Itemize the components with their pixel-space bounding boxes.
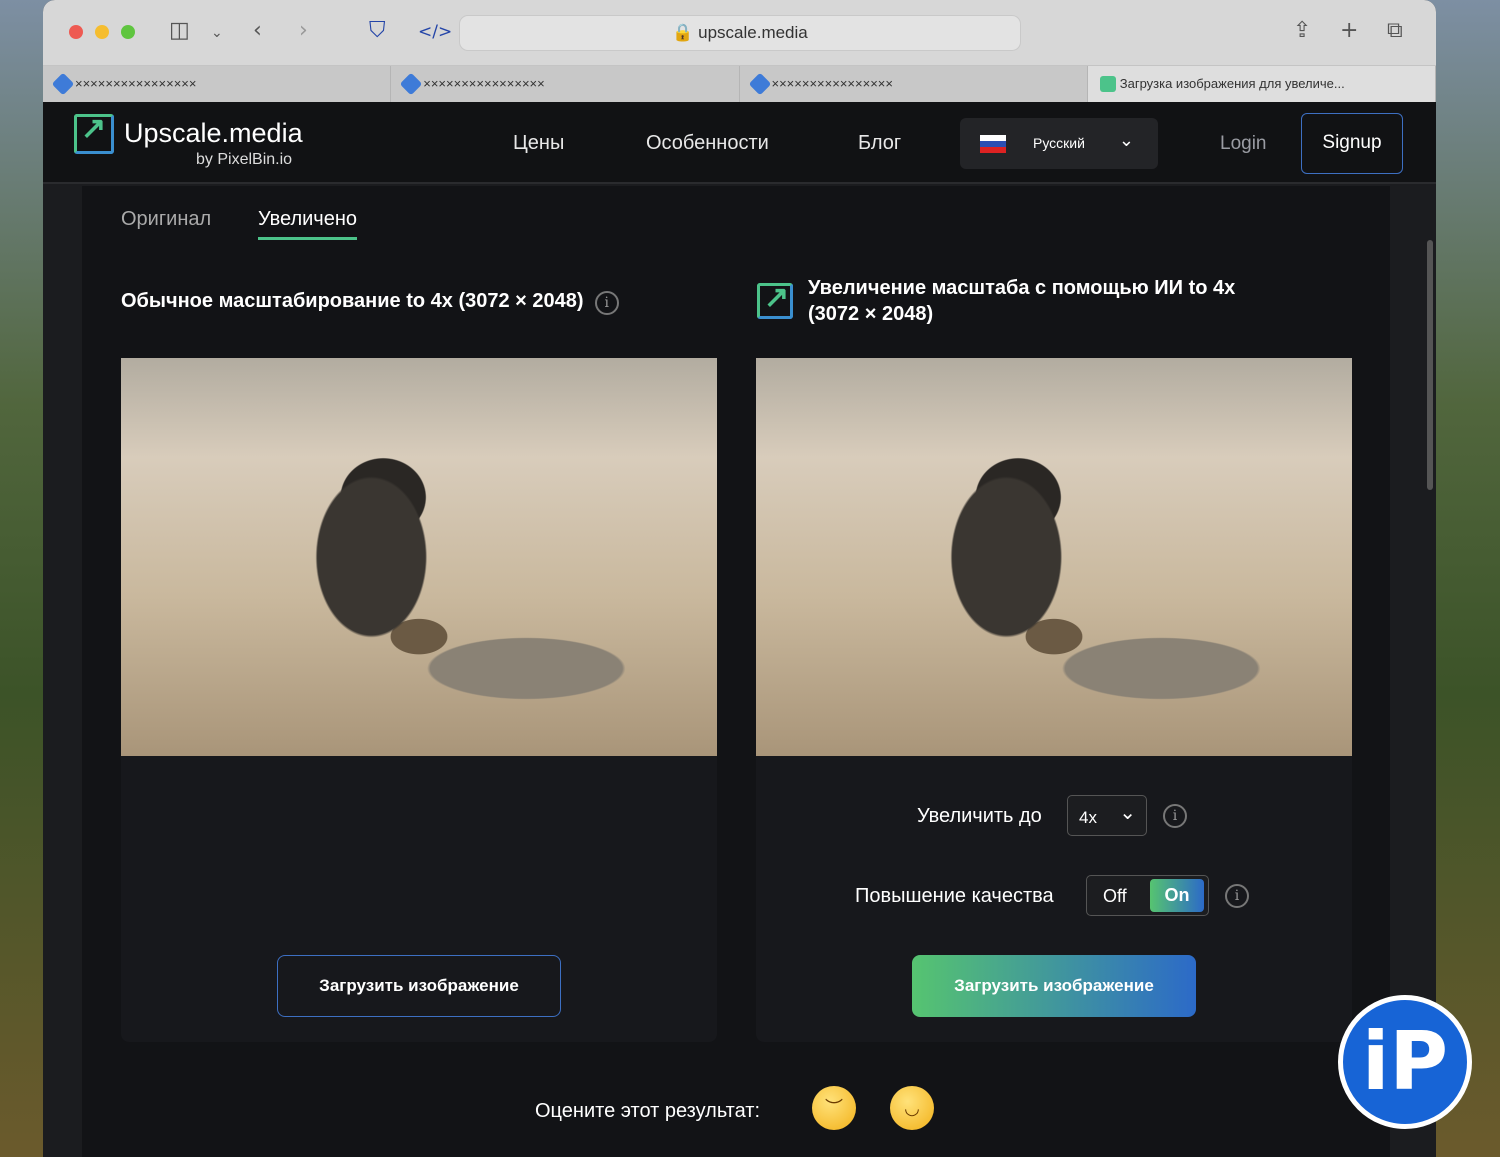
tab-upscaled[interactable]: Увеличено — [258, 208, 357, 240]
nav-link-blog[interactable]: Блог — [858, 132, 901, 155]
close-button[interactable] — [69, 25, 83, 39]
ip-watermark-logo: iP — [1338, 995, 1472, 1129]
favicon-icon — [51, 72, 75, 96]
brand-byline: by PixelBin.io — [196, 151, 293, 168]
tab-label: ×××××××××××××××× — [771, 76, 893, 91]
russia-flag-icon — [980, 135, 1006, 153]
scale-value: 4x — [1079, 808, 1097, 827]
tab-label: Загрузка изображения для увеличе... — [1119, 76, 1345, 91]
zoom-button[interactable] — [121, 25, 135, 39]
quality-info-icon[interactable]: i — [1225, 884, 1249, 908]
nav-link-prices[interactable]: Цены — [513, 132, 564, 155]
signup-button[interactable]: Signup — [1301, 113, 1403, 174]
scale-select[interactable]: 4x ⌄ — [1067, 795, 1147, 836]
quality-toggle[interactable]: Off On — [1086, 875, 1209, 916]
standard-upscaled-photo — [121, 358, 717, 756]
scale-info-icon[interactable]: i — [1163, 804, 1187, 828]
ai-card: Увеличить до 4x ⌄ i Повышение качества Of… — [756, 358, 1352, 1042]
browser-toolbar: ◫ ⌄ ‹ › ⛉ </> 🔒 upscale.media ⇪ + ⧉ — [43, 0, 1436, 66]
right-title: Увеличение масштаба с помощью ИИ to 4x (… — [808, 277, 1236, 325]
favicon-icon — [399, 72, 423, 96]
left-title: Обычное масштабирование to 4x (3072 × 20… — [121, 288, 619, 315]
forward-icon[interactable]: › — [299, 18, 308, 43]
shield-icon[interactable]: ⛉ — [369, 18, 386, 43]
tab-label: ×××××××××××××××× — [423, 76, 545, 91]
quality-label: Повышение качества — [855, 885, 1054, 907]
scale-label: Увеличить до — [917, 805, 1042, 827]
site-header: Upscale.media by PixelBin.io Цены Особен… — [43, 102, 1436, 184]
left-title-text: Обычное масштабирование to 4x (3072 × 20… — [121, 290, 584, 312]
download-button-ai[interactable]: Загрузить изображение — [912, 955, 1196, 1017]
happy-face-icon[interactable]: ◡ — [890, 1086, 934, 1130]
language-label: Русский — [1033, 135, 1085, 151]
tab-bar: ×××××××××××××××× ×××××××××××××××× ××××××… — [43, 66, 1436, 102]
new-tab-icon[interactable]: + — [1340, 18, 1358, 43]
logo-icon[interactable] — [74, 111, 114, 154]
brand-name[interactable]: Upscale.media — [124, 118, 303, 149]
browser-tab[interactable]: ×××××××××××××××× — [740, 66, 1088, 102]
sad-face-icon[interactable]: ︶ — [812, 1086, 856, 1130]
back-icon[interactable]: ‹ — [253, 18, 262, 43]
scrollbar[interactable] — [1427, 240, 1433, 490]
favicon-icon — [1099, 76, 1116, 92]
tabs-overview-icon[interactable]: ⧉ — [1387, 18, 1403, 43]
sidebar-icon[interactable]: ◫ — [169, 18, 190, 43]
language-selector[interactable]: Русский ⌄ — [960, 118, 1158, 169]
favicon-icon — [748, 72, 771, 96]
tab-original[interactable]: Оригинал — [121, 208, 211, 231]
share-icon[interactable]: ⇪ — [1293, 18, 1311, 43]
main-content: Оригинал Увеличено Обычное масштабирован… — [82, 186, 1390, 1157]
info-icon[interactable]: i — [594, 291, 619, 315]
browser-tab-active[interactable]: Загрузка изображения для увеличе... — [1087, 66, 1436, 102]
standard-card: Загрузить изображение — [121, 358, 717, 1042]
url-text: upscale.media — [698, 23, 808, 42]
rating-label: Оцените этот результат: — [535, 1100, 761, 1122]
browser-tab[interactable]: ×××××××××××××××× — [391, 66, 740, 102]
chevron-down-icon: ⌄ — [1118, 130, 1134, 150]
address-bar[interactable]: 🔒 upscale.media — [459, 15, 1021, 51]
chevron-down-icon[interactable]: ⌄ — [211, 25, 223, 41]
ai-logo-icon — [757, 280, 793, 319]
login-link[interactable]: Login — [1220, 133, 1267, 155]
browser-tab[interactable]: ×××××××××××××××× — [43, 66, 392, 102]
code-icon[interactable]: </> — [418, 22, 452, 42]
toggle-off[interactable]: Off — [1103, 886, 1127, 907]
chevron-down-icon: ⌄ — [1119, 802, 1136, 824]
minimize-button[interactable] — [95, 25, 109, 39]
browser-window: ◫ ⌄ ‹ › ⛉ </> 🔒 upscale.media ⇪ + ⧉ ××××… — [43, 0, 1436, 1157]
download-button-standard[interactable]: Загрузить изображение — [277, 955, 561, 1017]
tab-label: ×××××××××××××××× — [75, 76, 197, 91]
toggle-on[interactable]: On — [1150, 879, 1204, 912]
ai-upscaled-photo — [756, 358, 1352, 756]
nav-link-features[interactable]: Особенности — [646, 132, 769, 155]
